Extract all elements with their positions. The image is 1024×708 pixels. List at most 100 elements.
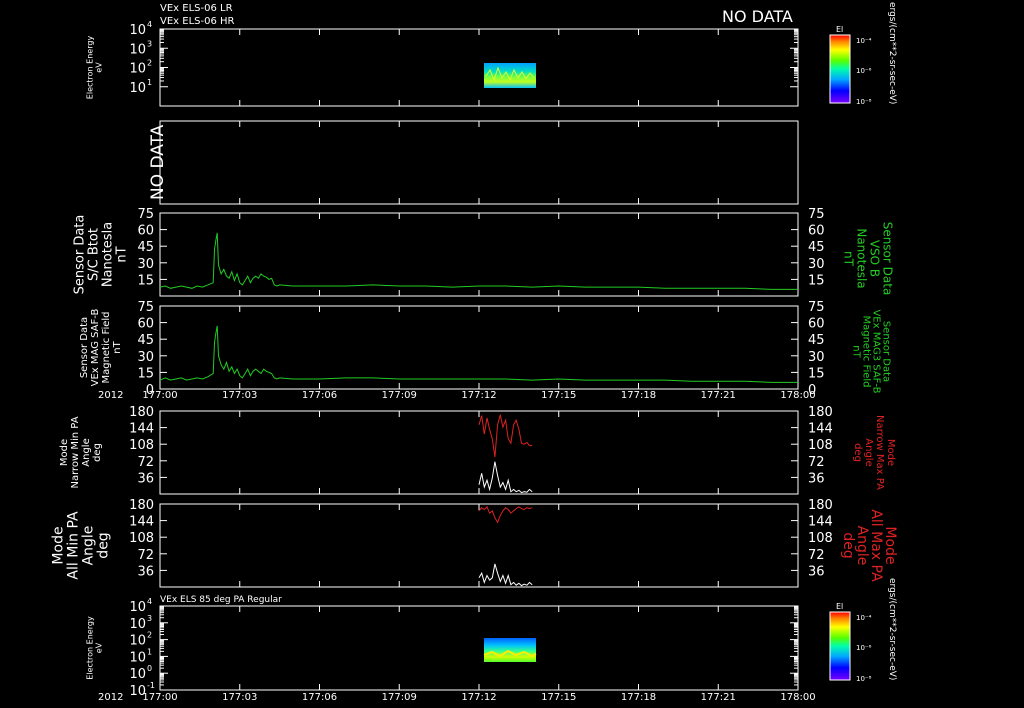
- x-tick-label: 177:12: [461, 692, 496, 703]
- panel-7-title: VEx ELS 85 deg PA Regular: [160, 595, 282, 605]
- y-axis-label: Mode All Min PA Angle deg: [50, 511, 111, 580]
- y-axis-label-line: nT: [851, 345, 862, 358]
- y-axis-label-line: Angle: [863, 438, 874, 466]
- y-tick-label: 10: [129, 667, 146, 682]
- y-tick-exponent: 4: [147, 20, 152, 29]
- y-tick-label: 180: [129, 405, 154, 420]
- y-tick-label: 10: [129, 42, 146, 57]
- y-axis-label-right: Sensor DataVEx MAG3 SAF-BMagnetic Fieldn…: [851, 309, 892, 393]
- y-tick-label-right: 45: [808, 333, 825, 348]
- heatmap-2: [483, 638, 537, 662]
- y-tick-label: 15: [137, 273, 154, 288]
- y-axis-label: Mode Narrow Min PA Angle deg: [59, 416, 103, 488]
- colorbar-units-bottom: ergs/(cm**2-sr-sec-eV): [887, 578, 897, 680]
- y-tick-label: 15: [137, 366, 154, 381]
- y-tick-label: 10: [129, 617, 146, 632]
- y-tick-label: 144: [129, 515, 154, 530]
- y-tick-label-right: 72: [808, 548, 825, 563]
- y-tick-label-right: 15: [808, 366, 825, 381]
- y-axis-label-line: S/C Btot: [87, 228, 102, 281]
- y-axis-label-line: Mode: [59, 439, 70, 466]
- y-tick-label: 10: [129, 650, 146, 665]
- year-label: 2012: [98, 692, 123, 703]
- y-tick-label: 108: [129, 438, 154, 453]
- colorbar-tick: 10⁻⁶: [856, 67, 872, 75]
- y-axis-label-line: deg: [840, 532, 856, 558]
- x-tick-label: 177:00: [142, 692, 177, 703]
- series-line: [478, 563, 533, 587]
- y-tick-label-right: 15: [808, 273, 825, 288]
- y-axis-label: Electron Energy eV: [85, 616, 103, 680]
- x-tick-label: 177:09: [382, 390, 417, 401]
- y-tick-label: 45: [137, 240, 154, 255]
- y-tick-label-right: 144: [808, 515, 833, 530]
- y-axis-label-line: eV: [94, 62, 103, 73]
- y-tick-label: 10: [129, 62, 146, 77]
- y-axis-label-line: Mode: [885, 439, 896, 466]
- y-axis-label-line: Sensor Data: [79, 317, 90, 378]
- y-tick-label: 60: [137, 224, 154, 239]
- y-tick-label: 10: [129, 634, 146, 649]
- y-axis-label-line: Magnetic Field: [101, 311, 112, 383]
- y-axis-label: Sensor Data S/C Btot Nanotesla nT: [73, 215, 130, 295]
- y-tick-label: 75: [137, 300, 154, 315]
- colorbar-tick: 10⁻⁸: [856, 675, 872, 683]
- y-axis-label: Electron Energy eV: [85, 36, 103, 100]
- y-axis-label-line: deg: [852, 443, 863, 462]
- y-tick-label: 72: [137, 548, 154, 563]
- y-tick-label-right: 0: [808, 383, 816, 398]
- colorbar-tick: 10⁻⁴: [856, 614, 872, 622]
- y-axis-label-line: Narrow Min PA: [70, 416, 81, 488]
- y-tick-label: 60: [137, 317, 154, 332]
- y-tick-label: 30: [137, 350, 154, 365]
- y-tick-label-right: 30: [808, 350, 825, 365]
- y-axis-label-right: Sensor DataVSO BNanoteslanT: [841, 222, 894, 296]
- y-axis-label-line: All Min PA: [65, 511, 81, 580]
- header-line1: VEx ELS-06 LR: [160, 3, 233, 14]
- y-axis-label-line: Nanotesla: [854, 228, 868, 288]
- heatmap-1: [484, 63, 536, 88]
- y-tick-label-right: 180: [808, 498, 833, 513]
- y-tick-label: 144: [129, 422, 154, 437]
- colorbar-top: El 10⁻⁴ 10⁻⁶ 10⁻⁸: [829, 25, 872, 106]
- y-tick-label: 45: [137, 333, 154, 348]
- panel-3-frame: [159, 212, 799, 297]
- y-axis-label: Sensor Data VEx MAG SAF-B Magnetic Field nT: [79, 309, 123, 387]
- x-tick-label: 177:15: [541, 692, 576, 703]
- colorbar-units-top: ergs/(cm**2-sr-sec-eV): [887, 2, 897, 104]
- stacked-plot: VEx ELS-06 LR VEx ELS-06 HR NO DATA ergs…: [50, 2, 898, 703]
- colorbar-label: El: [836, 25, 843, 34]
- y-tick-label-right: 36: [808, 471, 825, 486]
- colorbar-bottom: El 10⁻⁴ 10⁻⁶ 10⁻⁸: [829, 602, 872, 683]
- y-tick-exponent: 0: [147, 664, 152, 673]
- y-tick-exponent: 1: [147, 78, 152, 87]
- y-tick-label: 10: [129, 81, 146, 96]
- series-line: [478, 505, 533, 524]
- y-axis-label-line: Angle: [80, 526, 96, 566]
- no-data-label: NO DATA: [722, 7, 793, 26]
- y-tick-label: 36: [137, 564, 154, 579]
- y-axis-label-line: Angle: [81, 438, 92, 466]
- y-tick-exponent: 2: [147, 631, 152, 640]
- panel-1-frame: [159, 28, 799, 107]
- y-tick-label-right: 30: [808, 257, 825, 272]
- y-axis-label-line: Narrow Max PA: [874, 415, 885, 490]
- series-line: [478, 461, 533, 494]
- y-tick-exponent: 2: [147, 59, 152, 68]
- y-axis-label-line: nT: [112, 340, 123, 353]
- y-tick-exponent: 3: [147, 614, 152, 623]
- x-tick-label: 177:06: [302, 692, 337, 703]
- x-tick-label: 177:09: [382, 692, 417, 703]
- y-tick-label-right: 75: [808, 207, 825, 222]
- y-tick-label-right: 45: [808, 240, 825, 255]
- x-tick-label: 177:06: [302, 390, 337, 401]
- y-axis-label-line: Nanotesla: [101, 222, 116, 287]
- y-axis-label-line: deg: [92, 443, 103, 462]
- panel-4-frame: [159, 305, 799, 390]
- y-tick-label: 10: [129, 23, 146, 38]
- colorbar-gradient: [829, 611, 851, 681]
- y-tick-label-right: 60: [808, 224, 825, 239]
- x-tick-label: 177:18: [621, 692, 656, 703]
- x-tick-label: 177:03: [222, 692, 257, 703]
- x-tick-label: 177:21: [701, 390, 736, 401]
